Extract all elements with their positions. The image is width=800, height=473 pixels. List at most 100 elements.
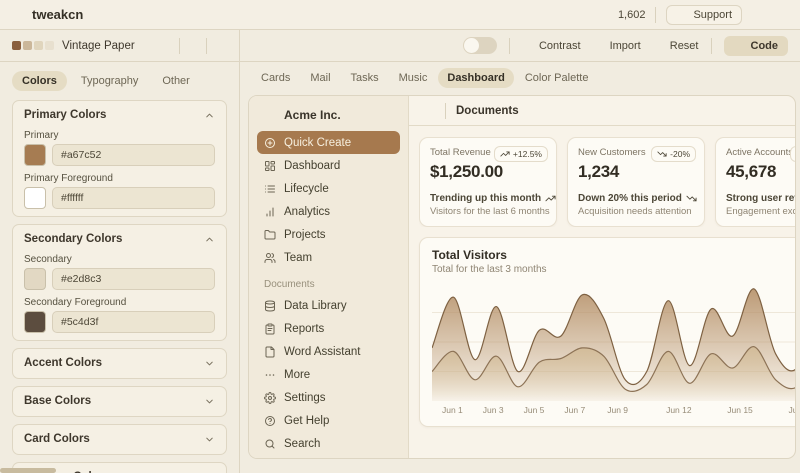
preview-tab-music[interactable]: Music xyxy=(390,68,437,88)
stat-footer: Trending up this month xyxy=(430,193,546,204)
color-field-label: Primary xyxy=(24,130,215,141)
stat-badge: -20% xyxy=(651,146,696,162)
reset-button[interactable]: Reset xyxy=(653,40,699,52)
breadcrumb: Documents xyxy=(456,105,519,117)
editor-tabs: ColorsTypographyOther xyxy=(12,71,227,91)
preview-tab-color-palette[interactable]: Color Palette xyxy=(516,68,598,88)
theme-next-button[interactable] xyxy=(207,34,233,58)
sidebar-item-label: More xyxy=(284,369,310,381)
org-switcher[interactable]: Acme Inc. xyxy=(257,103,400,131)
support-button[interactable]: Support xyxy=(666,5,742,25)
sidebar-item-label: Get Help xyxy=(284,415,329,427)
sidebar-item-projects[interactable]: Projects xyxy=(257,223,400,246)
sidebar-item-analytics[interactable]: Analytics xyxy=(257,200,400,223)
sidebar-item-label: Settings xyxy=(284,392,326,404)
sidebar-item-word-assistant[interactable]: Word Assistant xyxy=(257,340,400,363)
section-header-accent-colors[interactable]: Accent Colors xyxy=(24,355,215,371)
stat-card-active-accounts: Active Accounts +12.5% 45,678 Strong use… xyxy=(715,137,795,227)
chevron-up-icon xyxy=(204,234,215,245)
import-button[interactable]: Import xyxy=(593,40,641,52)
sidebar-item-get-help[interactable]: Get Help xyxy=(257,409,400,432)
theme-selector[interactable]: Vintage Paper xyxy=(6,40,179,52)
discord-icon[interactable] xyxy=(752,8,766,22)
sun-icon xyxy=(466,41,476,51)
preview-tab-tasks[interactable]: Tasks xyxy=(342,68,388,88)
color-swatch[interactable] xyxy=(24,187,46,209)
divider xyxy=(655,7,656,23)
chevron-down-icon xyxy=(204,434,215,445)
github-stars[interactable]: 1,602 xyxy=(599,8,646,22)
report-icon xyxy=(264,323,276,335)
header-actions: 1,602 Support xyxy=(599,5,788,25)
sidebar-item-settings[interactable]: Settings xyxy=(257,386,400,409)
sidebar-item-label: Search xyxy=(284,438,320,450)
settings-icon xyxy=(264,392,276,404)
search-icon xyxy=(264,438,276,450)
dashboard-body: Total Revenue +12.5% $1,250.00 Trending … xyxy=(409,126,795,458)
x-tick-label: Jun 9 xyxy=(607,405,628,415)
sidebar-item-lifecycle[interactable]: Lifecycle xyxy=(257,177,400,200)
section-header-card-colors[interactable]: Card Colors xyxy=(24,431,215,447)
code-button[interactable]: Code xyxy=(724,36,789,56)
section-title: Primary Colors xyxy=(24,109,106,121)
sidebar-item-label: Projects xyxy=(284,229,326,241)
theme-swatch xyxy=(12,41,21,50)
color-field: Primary Foreground #ffffff xyxy=(24,173,215,209)
dashboard-sidebar: Acme Inc. Quick Create Dashboard Lifecyc… xyxy=(249,96,409,458)
sidebar-item-dashboard[interactable]: Dashboard xyxy=(257,154,400,177)
more-icon xyxy=(264,369,276,381)
sidebar-toggle-icon[interactable] xyxy=(421,104,435,118)
brand[interactable]: tweakcn xyxy=(12,7,83,22)
theme-prev-button[interactable] xyxy=(180,34,206,58)
section-header-secondary-colors[interactable]: Secondary Colors xyxy=(24,231,215,247)
trend-up-icon xyxy=(500,149,510,159)
section-title: Card Colors xyxy=(24,433,90,445)
list-icon xyxy=(264,183,276,195)
color-swatch[interactable] xyxy=(24,268,46,290)
trend-down-icon xyxy=(657,149,667,159)
preview-tab-mail[interactable]: Mail xyxy=(301,68,339,88)
import-label: Import xyxy=(610,40,641,52)
scrollbar-thumb[interactable] xyxy=(0,468,56,473)
database-icon xyxy=(264,300,276,312)
sidebar-item-data-library[interactable]: Data Library xyxy=(257,294,400,317)
color-value-input[interactable]: #ffffff xyxy=(52,187,215,209)
section-header-base-colors[interactable]: Base Colors xyxy=(24,393,215,409)
preview-tab-list: CardsMailTasksMusicDashboardColor Palett… xyxy=(252,68,597,88)
toolbar: Vintage Paper Contrast Import Reset xyxy=(0,30,800,62)
section-title: Secondary Colors xyxy=(24,233,122,245)
sidebar-item-label: Quick Create xyxy=(284,137,351,149)
user-menu[interactable]: CN shadcn m@example.com xyxy=(257,455,400,459)
editor-tab-typography[interactable]: Typography xyxy=(71,71,148,91)
fullscreen-button[interactable] xyxy=(776,72,788,84)
color-swatch[interactable] xyxy=(24,311,46,333)
visitors-chart-card: Total Visitors Total for the last 3 mont… xyxy=(419,237,795,427)
sidebar-item-team[interactable]: Team xyxy=(257,246,400,269)
preview-tab-cards[interactable]: Cards xyxy=(252,68,299,88)
editor-tab-other[interactable]: Other xyxy=(152,71,200,91)
sidebar-item-quick-create[interactable]: Quick Create xyxy=(257,131,400,154)
folder-icon xyxy=(264,229,276,241)
color-swatch[interactable] xyxy=(24,144,46,166)
editor-tab-colors[interactable]: Colors xyxy=(12,71,67,91)
color-value-input[interactable]: #a67c52 xyxy=(52,144,215,166)
theme-mode-toggle[interactable] xyxy=(463,37,497,54)
theme-swatches xyxy=(12,41,54,50)
stat-footer: Strong user retention xyxy=(726,193,795,204)
sidebar-item-reports[interactable]: Reports xyxy=(257,317,400,340)
color-value-input[interactable]: #e2d8c3 xyxy=(52,268,215,290)
section-header-primary-colors[interactable]: Primary Colors xyxy=(24,107,215,123)
theme-editor-panel: ColorsTypographyOther Primary Colors Pri… xyxy=(0,62,240,473)
contrast-button[interactable]: Contrast xyxy=(522,40,581,52)
sidebar-item-search[interactable]: Search xyxy=(257,432,400,455)
divider xyxy=(711,38,712,54)
heart-icon xyxy=(676,9,688,21)
x-icon[interactable] xyxy=(776,9,788,21)
preview-tab-dashboard[interactable]: Dashboard xyxy=(438,68,513,88)
section-base-colors: Base Colors xyxy=(12,386,227,417)
color-field: Secondary #e2d8c3 xyxy=(24,254,215,290)
arrow-right-icon xyxy=(214,40,226,52)
color-value-input[interactable]: #5c4d3f xyxy=(52,311,215,333)
chart-icon xyxy=(264,206,276,218)
sidebar-item-more[interactable]: More xyxy=(257,363,400,386)
